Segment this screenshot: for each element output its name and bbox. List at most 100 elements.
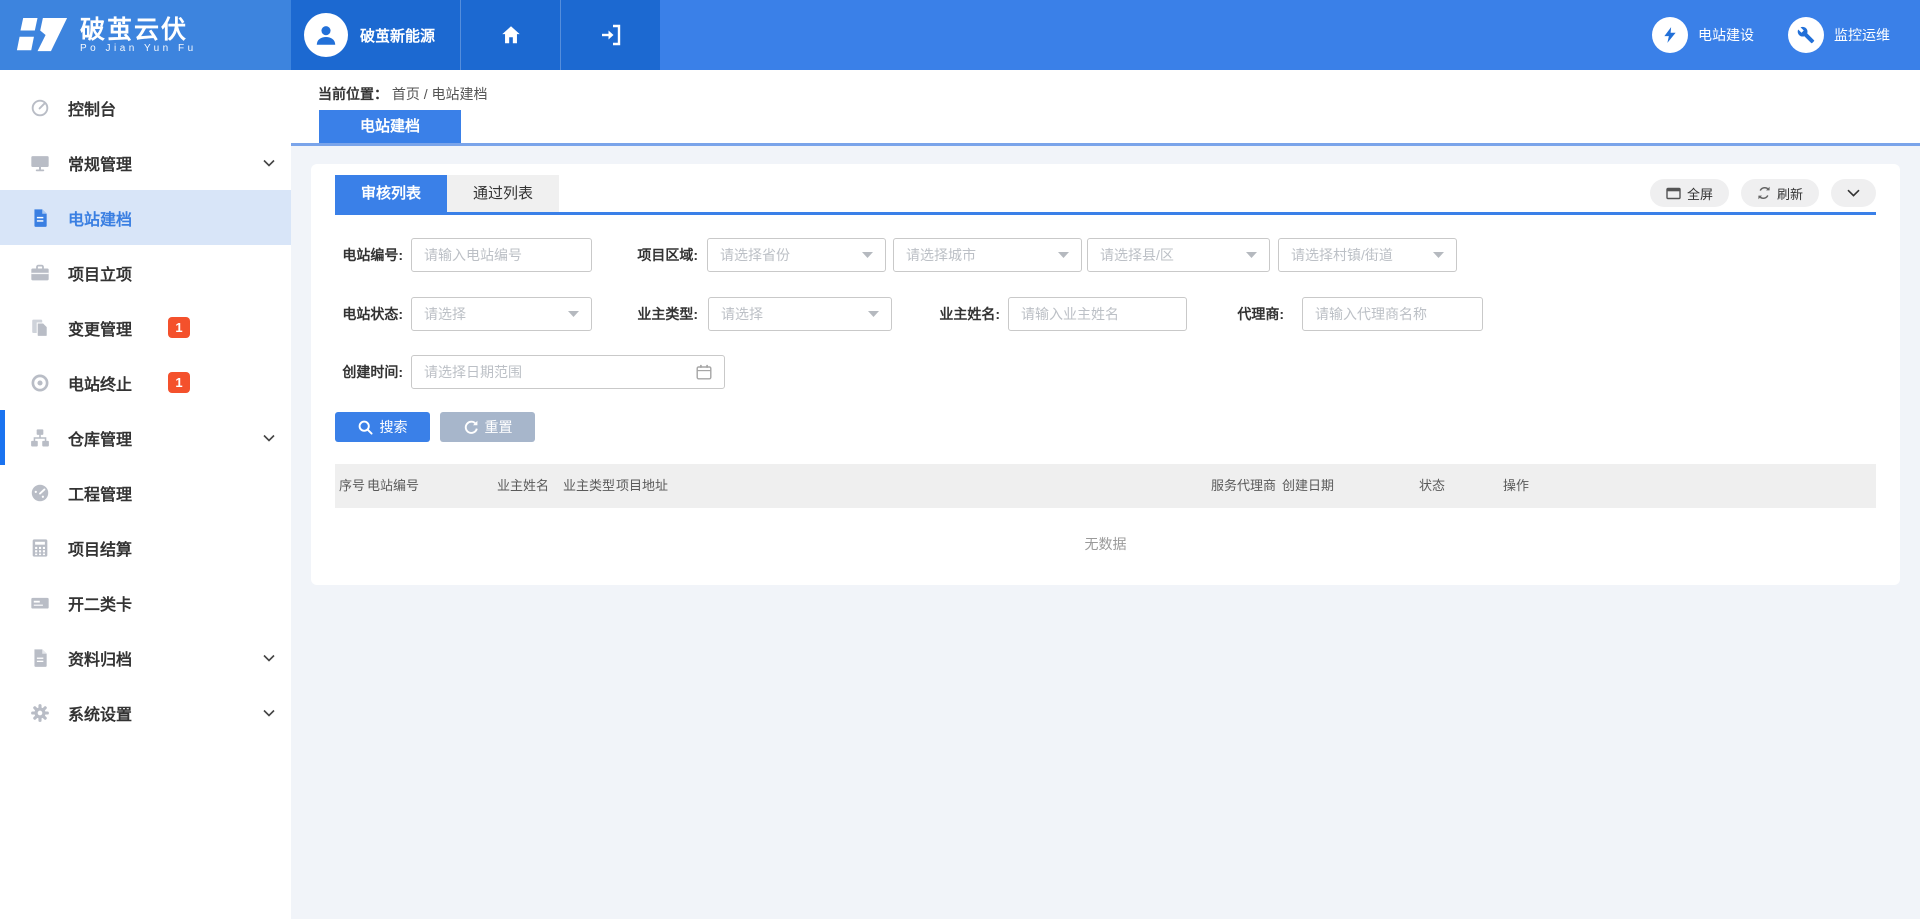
station-no-label: 电站编号: bbox=[335, 238, 403, 272]
station-no-input[interactable] bbox=[411, 238, 592, 272]
briefcase-icon bbox=[30, 263, 50, 283]
search-icon bbox=[358, 420, 373, 435]
sidebar-item-second-type-card[interactable]: 开二类卡 bbox=[0, 575, 291, 630]
chevron-down-icon bbox=[263, 709, 275, 717]
main-content: 审核列表 通过列表 全屏 刷新 bbox=[291, 146, 1920, 919]
owner-type-select[interactable]: 请选择 bbox=[708, 297, 892, 331]
collapse-button[interactable] bbox=[1831, 179, 1876, 207]
document-icon bbox=[30, 208, 50, 228]
province-select[interactable]: 请选择省份 bbox=[707, 238, 886, 272]
caret-down-icon bbox=[868, 311, 879, 317]
brand-title: 破茧云伏 bbox=[80, 17, 197, 43]
search-button[interactable]: 搜索 bbox=[335, 412, 430, 442]
dashboard-icon bbox=[30, 98, 50, 118]
reset-icon bbox=[463, 420, 478, 435]
date-range-input[interactable]: 请选择日期范围 bbox=[411, 355, 725, 389]
region-label: 项目区域: bbox=[630, 238, 698, 272]
sidebar-item-system-settings[interactable]: 系统设置 bbox=[0, 685, 291, 740]
module-monitor-ops[interactable]: 监控运维 bbox=[1788, 17, 1890, 53]
breadcrumb-bar: 当前位置： 首页 / 电站建档 电站建档 bbox=[291, 70, 1920, 146]
owner-name-label: 业主姓名: bbox=[932, 297, 1000, 331]
exit-icon bbox=[599, 24, 623, 46]
lightning-icon bbox=[1661, 26, 1679, 44]
fullscreen-button[interactable]: 全屏 bbox=[1650, 179, 1729, 207]
reset-button[interactable]: 重置 bbox=[440, 412, 535, 442]
avatar bbox=[304, 13, 348, 57]
calculator-icon bbox=[30, 538, 50, 558]
sidebar-item-console[interactable]: 控制台 bbox=[0, 80, 291, 135]
town-select[interactable]: 请选择村镇/街道 bbox=[1278, 238, 1457, 272]
home-icon bbox=[500, 24, 522, 46]
page-tab-station-archive[interactable]: 电站建档 bbox=[319, 110, 461, 143]
sidebar-item-station-termination[interactable]: 电站终止 1 bbox=[0, 355, 291, 410]
caret-down-icon bbox=[1058, 252, 1069, 258]
agent-input[interactable] bbox=[1302, 297, 1483, 331]
sidebar: 控制台 常规管理 电站建档 项目立项 bbox=[0, 70, 291, 919]
person-icon bbox=[313, 22, 339, 48]
table-column-header: 状态 bbox=[1419, 464, 1445, 508]
station-status-label: 电站状态: bbox=[335, 297, 403, 331]
table-column-header: 电站编号 bbox=[367, 464, 419, 508]
owner-type-label: 业主类型: bbox=[630, 297, 698, 331]
breadcrumb-path: 首页 / 电站建档 bbox=[392, 86, 488, 102]
brand-logo: 破茧云伏 Po Jian Yun Fu bbox=[0, 0, 291, 70]
table-column-header: 创建日期 bbox=[1282, 464, 1334, 508]
tab-review-list[interactable]: 审核列表 bbox=[335, 175, 447, 212]
module-label: 监控运维 bbox=[1834, 25, 1890, 45]
chevron-down-icon bbox=[1847, 189, 1860, 197]
caret-down-icon bbox=[1433, 252, 1444, 258]
table-column-header: 序号 bbox=[339, 464, 365, 508]
sidebar-item-station-archive[interactable]: 电站建档 bbox=[0, 190, 291, 245]
create-time-label: 创建时间: bbox=[335, 355, 403, 389]
module-station-build[interactable]: 电站建设 bbox=[1652, 17, 1754, 53]
refresh-button[interactable]: 刷新 bbox=[1741, 179, 1819, 207]
sidebar-item-change-management[interactable]: 变更管理 1 bbox=[0, 300, 291, 355]
city-select[interactable]: 请选择城市 bbox=[893, 238, 1082, 272]
fullscreen-icon bbox=[1666, 187, 1681, 200]
chevron-down-icon bbox=[263, 159, 275, 167]
notification-badge: 1 bbox=[168, 372, 190, 393]
table-column-header: 业主姓名 bbox=[497, 464, 549, 508]
sidebar-item-data-archive[interactable]: 资料归档 bbox=[0, 630, 291, 685]
panel-toolbar: 全屏 刷新 bbox=[1650, 179, 1876, 207]
table-column-header: 业主类型 bbox=[563, 464, 615, 508]
gear-icon bbox=[30, 703, 50, 723]
sidebar-item-project-settlement[interactable]: 项目结算 bbox=[0, 520, 291, 575]
sitemap-icon bbox=[30, 428, 50, 448]
sidebar-item-general-management[interactable]: 常规管理 bbox=[0, 135, 291, 190]
notification-badge: 1 bbox=[168, 317, 190, 338]
target-icon bbox=[30, 373, 50, 393]
table-header: 序号 电站编号 业主姓名 业主类型 项目地址 服务代理商 创建日期 状态 操作 bbox=[335, 464, 1876, 508]
brand-subtitle: Po Jian Yun Fu bbox=[80, 43, 197, 54]
owner-name-input[interactable] bbox=[1008, 297, 1187, 331]
topbar: 破茧云伏 Po Jian Yun Fu 破茧新能源 bbox=[0, 0, 1920, 70]
caret-down-icon bbox=[1246, 252, 1257, 258]
chevron-down-icon bbox=[263, 434, 275, 442]
caret-down-icon bbox=[862, 252, 873, 258]
module-label: 电站建设 bbox=[1698, 25, 1754, 45]
file-icon bbox=[30, 648, 50, 668]
brand-logo-icon bbox=[16, 15, 68, 55]
tab-passed-list[interactable]: 通过列表 bbox=[447, 175, 559, 212]
home-button[interactable] bbox=[460, 0, 560, 70]
tabs-underline bbox=[335, 212, 1876, 215]
table-column-header: 项目地址 bbox=[616, 464, 668, 508]
agent-label: 代理商: bbox=[1226, 297, 1284, 331]
logout-button[interactable] bbox=[560, 0, 660, 70]
card-icon bbox=[30, 593, 50, 613]
district-select[interactable]: 请选择县/区 bbox=[1087, 238, 1270, 272]
sidebar-item-project-initiation[interactable]: 项目立项 bbox=[0, 245, 291, 300]
monitor-icon bbox=[30, 153, 50, 173]
sidebar-item-warehouse-management[interactable]: 仓库管理 bbox=[0, 410, 291, 465]
copy-icon bbox=[30, 318, 50, 338]
sidebar-item-engineering-management[interactable]: 工程管理 bbox=[0, 465, 291, 520]
topbar-modules: 电站建设 监控运维 bbox=[1652, 0, 1920, 70]
table-column-header: 操作 bbox=[1503, 464, 1529, 508]
station-status-select[interactable]: 请选择 bbox=[411, 297, 592, 331]
breadcrumb: 当前位置： 首页 / 电站建档 bbox=[318, 84, 488, 104]
breadcrumb-prefix: 当前位置： bbox=[318, 86, 388, 102]
table-column-header: 服务代理商 bbox=[1211, 464, 1276, 508]
user-menu[interactable]: 破茧新能源 bbox=[291, 0, 460, 70]
company-name: 破茧新能源 bbox=[360, 25, 435, 46]
caret-down-icon bbox=[568, 311, 579, 317]
